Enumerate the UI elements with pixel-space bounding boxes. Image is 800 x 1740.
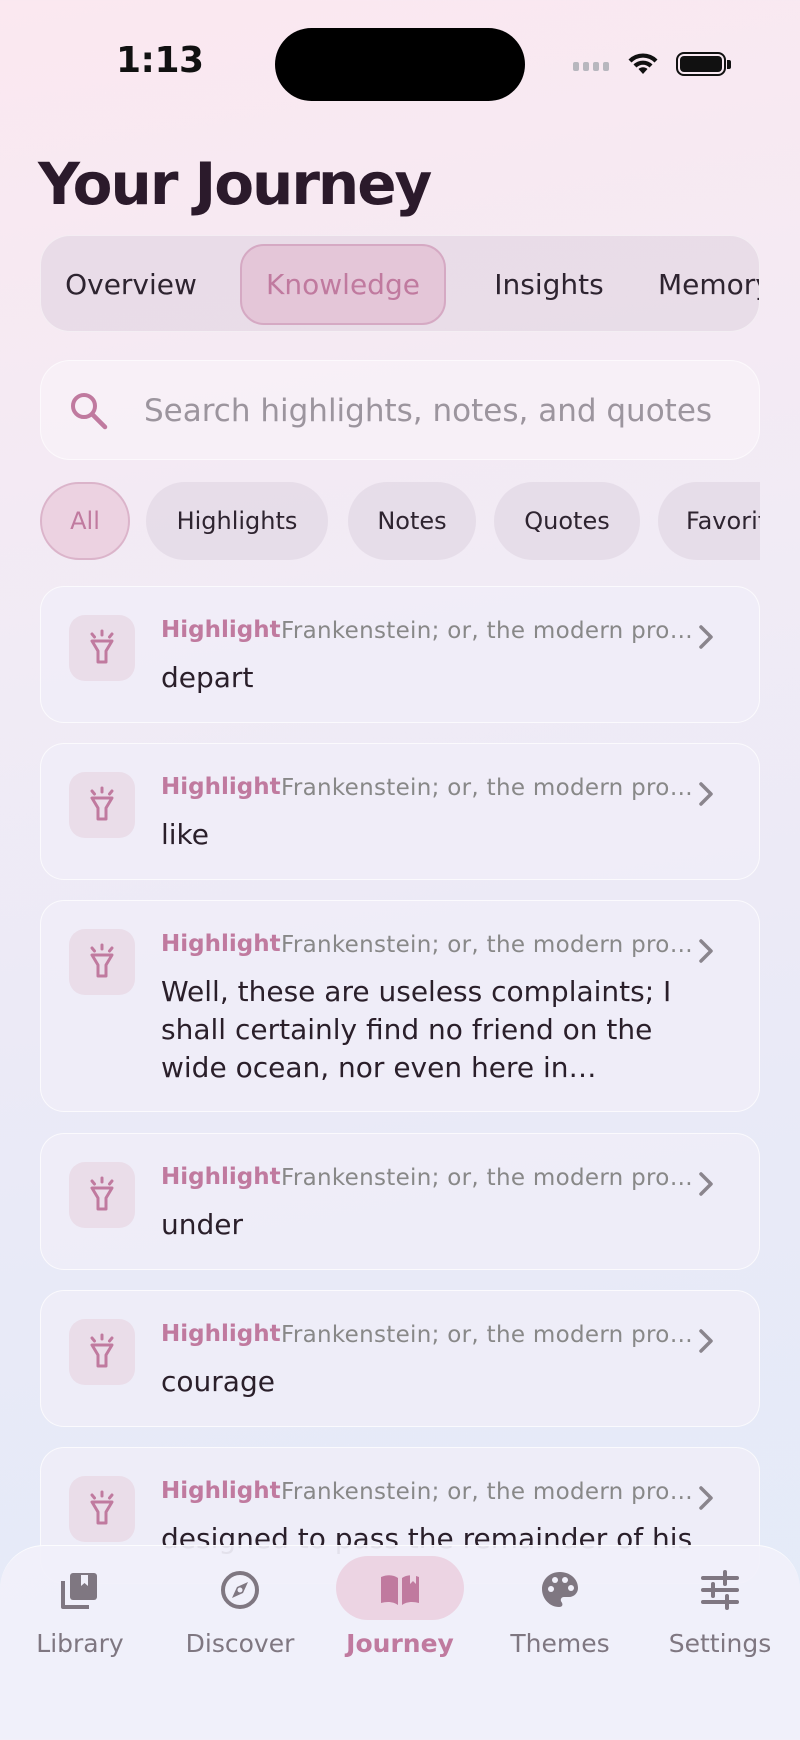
library-icon [61,1573,97,1609]
nav-item-library[interactable]: Library [0,1556,160,1658]
knowledge-item[interactable]: Highlight Frankenstein; or, the modern p… [40,743,760,880]
item-type-label: Highlight [161,1164,281,1190]
nav-item-discover[interactable]: Discover [160,1556,320,1658]
item-source: Frankenstein; or, the modern prometheus [281,1165,709,1191]
flashlight-icon [69,929,135,995]
nav-item-themes[interactable]: Themes [480,1556,640,1658]
tab-knowledge[interactable]: Knowledge [240,244,446,325]
item-source: Frankenstein; or, the modern prometheus [281,932,709,958]
cellular-signal-icon [573,62,609,71]
chevron-right-icon [699,1329,713,1353]
book-icon [381,1573,419,1605]
compass-icon [221,1571,259,1609]
chevron-right-icon [699,1486,713,1510]
flashlight-icon [69,772,135,838]
knowledge-item[interactable]: Highlight Frankenstein; or, the modern p… [40,1133,760,1270]
nav-label: Library [36,1629,124,1658]
item-text: like [161,818,210,851]
item-type-label: Highlight [161,1321,281,1347]
chevron-right-icon [699,782,713,806]
item-type-label: Highlight [161,1478,281,1504]
bottom-tab-bar: Library Discover Journey Themes Settings [0,1545,800,1740]
tab-memory[interactable]: Memory [658,244,759,325]
wifi-icon [628,53,658,74]
item-text: courage [161,1365,275,1398]
item-type-label: Highlight [161,774,281,800]
item-source: Frankenstein; or, the modern prometheus [281,1479,709,1505]
item-type-label: Highlight [161,931,281,957]
item-source: Frankenstein; or, the modern prometheus [281,1322,709,1348]
flashlight-icon [69,1476,135,1542]
item-text: depart [161,661,254,694]
filter-chip-favorites[interactable]: Favorites [658,482,760,560]
search-input[interactable] [144,385,744,437]
status-bar: 1:13 [0,0,800,130]
nav-label: Settings [668,1629,772,1658]
palette-icon [542,1572,578,1607]
nav-item-journey[interactable]: Journey [320,1556,480,1658]
filter-chip-all[interactable]: All [40,482,130,560]
filter-chip-highlights[interactable]: Highlights [146,482,328,560]
nav-item-settings[interactable]: Settings [640,1556,800,1658]
item-source: Frankenstein; or, the modern prometheus [281,775,709,801]
dynamic-island [275,28,525,101]
nav-label: Themes [510,1629,610,1658]
flashlight-icon [69,1162,135,1228]
status-time: 1:13 [116,40,204,81]
flashlight-icon [69,1319,135,1385]
filter-chip-quotes[interactable]: Quotes [494,482,640,560]
nav-label: Journey [346,1629,454,1658]
chevron-right-icon [699,1172,713,1196]
item-source: Frankenstein; or, the modern prometheus [281,618,709,644]
knowledge-item[interactable]: Highlight Frankenstein; or, the modern p… [40,586,760,723]
journey-tabs: Overview Knowledge Insights Memory [40,235,760,332]
battery-icon [676,52,731,76]
filter-chips: All Highlights Notes Quotes Favorites [40,482,760,562]
flashlight-icon [69,615,135,681]
item-type-label: Highlight [161,617,281,643]
search-icon [71,393,108,430]
item-text: Well, these are useless complaints; I sh… [161,975,672,1084]
item-text: under [161,1208,244,1241]
knowledge-item[interactable]: Highlight Frankenstein; or, the modern p… [40,900,760,1112]
search-bar [40,360,760,460]
knowledge-item[interactable]: Highlight Frankenstein; or, the modern p… [40,1290,760,1427]
chevron-right-icon [699,625,713,649]
tab-overview[interactable]: Overview [41,244,221,325]
page-title: Your Journey [38,150,432,218]
nav-label: Discover [185,1629,295,1658]
chevron-right-icon [699,939,713,963]
tab-insights[interactable]: Insights [459,244,639,325]
filter-chip-notes[interactable]: Notes [348,482,476,560]
sliders-icon [701,1570,739,1610]
